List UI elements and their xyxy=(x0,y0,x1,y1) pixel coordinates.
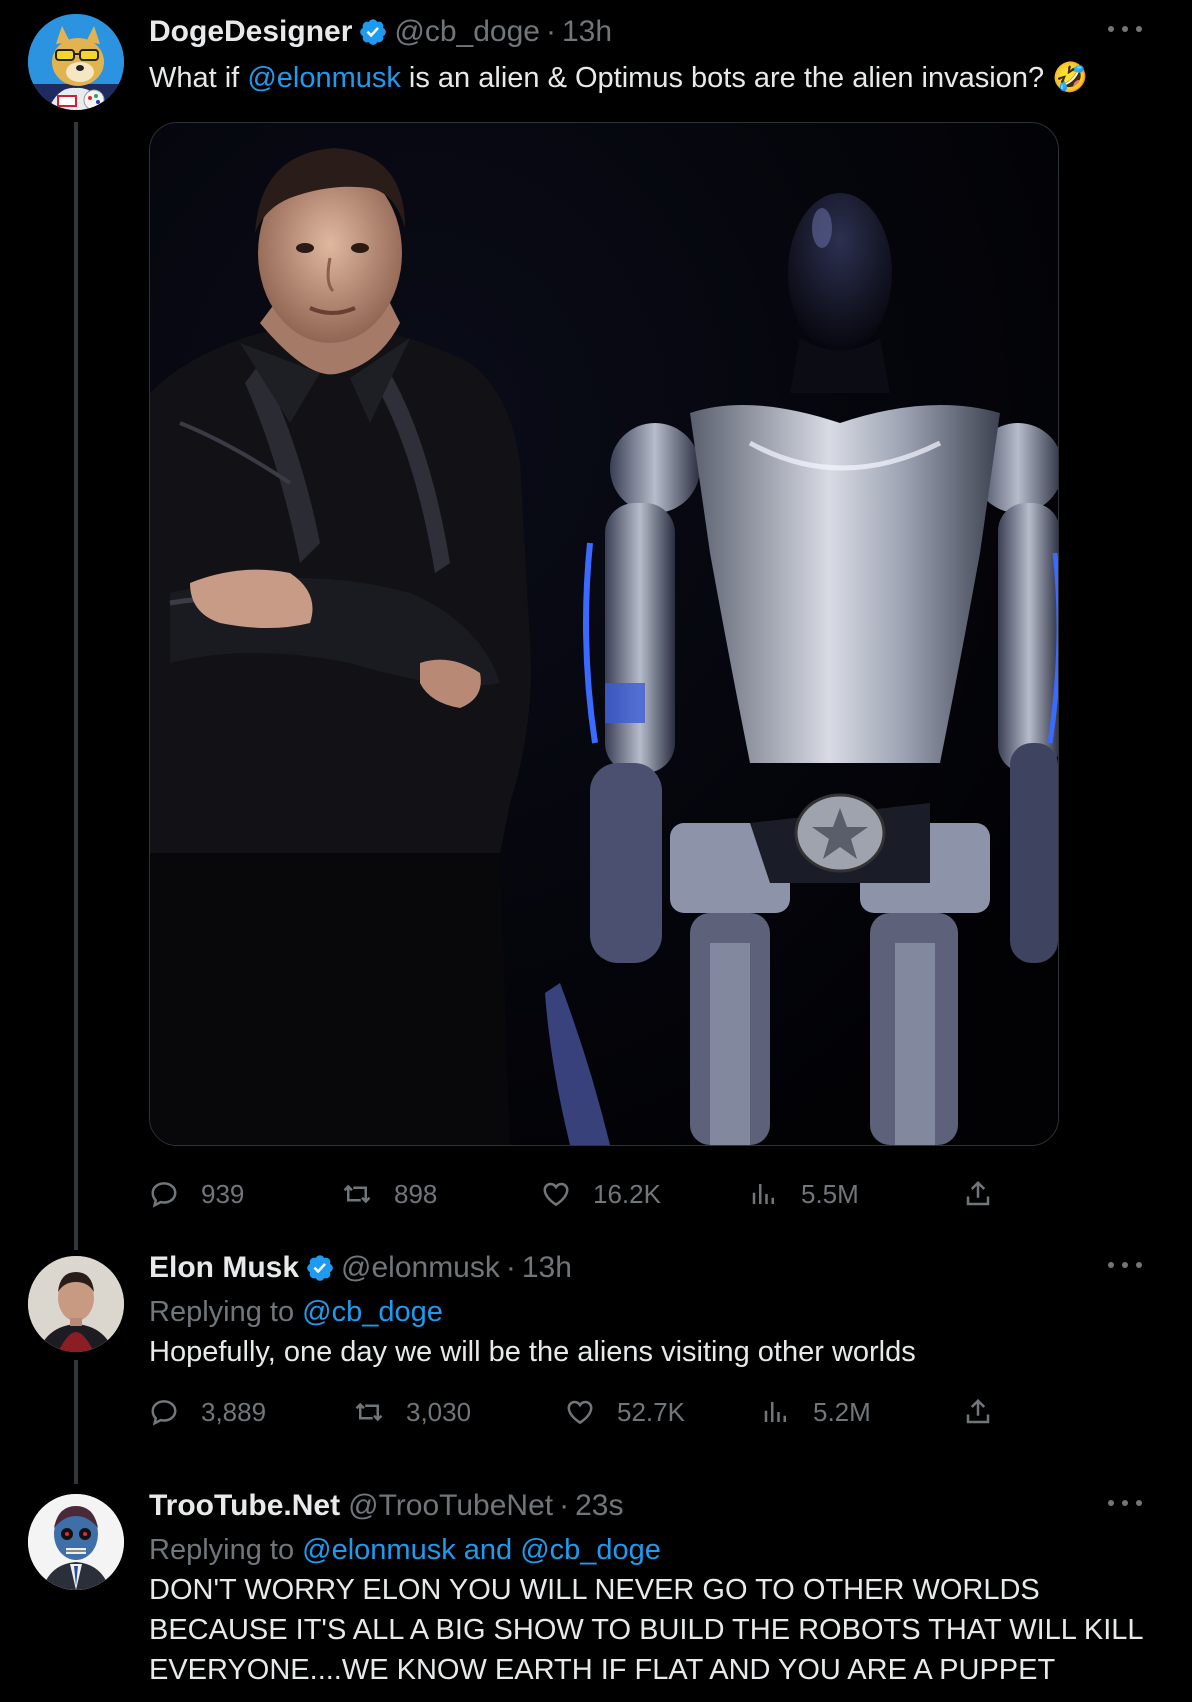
tweet-text-line: DON'T WORRY ELON YOU WILL NEVER GO TO OT… xyxy=(149,1574,1040,1606)
reply-icon xyxy=(151,1400,177,1426)
views-icon xyxy=(764,1402,786,1422)
share-icon xyxy=(966,1398,990,1424)
reply-button[interactable]: 3,889 xyxy=(149,1392,266,1432)
views-icon xyxy=(752,1184,774,1204)
separator: · xyxy=(505,1251,516,1284)
share-button[interactable] xyxy=(963,1392,1015,1432)
replying-to-link[interactable]: @cb_doge xyxy=(302,1296,443,1328)
reply-button[interactable]: 939 xyxy=(149,1174,244,1214)
avatar[interactable] xyxy=(28,1494,124,1590)
tweet-header: DogeDesigner @cb_doge · 13h xyxy=(149,14,1172,50)
tweet-reply-elon[interactable]: Elon Musk @elonmusk · 13h Replying to @c… xyxy=(0,1250,1192,1470)
tweet-text: Hopefully, one day we will be the aliens… xyxy=(149,1336,916,1368)
like-icon xyxy=(567,1400,593,1425)
views-button[interactable]: 5.2M xyxy=(761,1392,871,1432)
like-button[interactable]: 52.7K xyxy=(565,1392,685,1432)
avatar[interactable] xyxy=(28,1256,124,1352)
photo-elon-and-optimus xyxy=(150,123,1058,1145)
replying-to: Replying to @elonmusk and @cb_doge xyxy=(149,1534,661,1566)
retweet-button[interactable]: 898 xyxy=(342,1174,437,1214)
replying-to-link[interactable]: @elonmusk and @cb_doge xyxy=(302,1534,661,1566)
tweet-reply-trootube[interactable]: TrooTube.Net @TrooTubeNet · 23s Replying… xyxy=(0,1488,1192,1702)
tweet-actions: 3,889 3,030 52.7K 5.2M xyxy=(149,1392,1009,1432)
doge-avatar-art xyxy=(28,14,124,110)
more-icon[interactable] xyxy=(1108,1260,1142,1270)
timestamp[interactable]: 23s xyxy=(575,1489,623,1523)
tweet-header: Elon Musk @elonmusk · 13h xyxy=(149,1250,1172,1286)
separator: · xyxy=(559,1489,570,1522)
timestamp[interactable]: 13h xyxy=(522,1251,572,1285)
like-icon xyxy=(543,1182,569,1207)
more-icon[interactable] xyxy=(1108,1498,1142,1508)
tweet-header: TrooTube.Net @TrooTubeNet · 23s xyxy=(149,1488,1172,1524)
reply-icon xyxy=(151,1182,177,1208)
share-button[interactable] xyxy=(963,1174,1015,1214)
tweet-text-line: BECAUSE IT'S ALL A BIG SHOW TO BUILD THE… xyxy=(149,1614,1144,1646)
trootube-avatar-art xyxy=(28,1494,124,1590)
avatar[interactable] xyxy=(28,14,124,110)
handle[interactable]: @cb_doge xyxy=(394,15,540,49)
tweet-original[interactable]: DogeDesigner @cb_doge · 13h What if @elo… xyxy=(0,0,1192,1230)
rofl-emoji: 🤣 xyxy=(1052,62,1089,94)
like-button[interactable]: 16.2K xyxy=(541,1174,661,1214)
verified-icon xyxy=(307,1255,333,1281)
replying-to: Replying to @cb_doge xyxy=(149,1296,443,1328)
timestamp[interactable]: 13h xyxy=(562,15,612,49)
elon-avatar-photo xyxy=(28,1256,124,1352)
display-name[interactable]: TrooTube.Net xyxy=(149,1489,340,1523)
tweet-text-line: EVERYONE....WE KNOW EARTH IF FLAT AND YO… xyxy=(149,1654,1056,1686)
separator: · xyxy=(545,15,556,48)
handle[interactable]: @elonmusk xyxy=(341,1251,500,1285)
handle[interactable]: @TrooTubeNet xyxy=(348,1489,553,1523)
tweet-image[interactable] xyxy=(149,122,1059,1146)
tweet-text: DON'T WORRY ELON YOU WILL NEVER GO TO OT… xyxy=(149,1570,1172,1690)
tweet-text: What if @elonmusk is an alien & Optimus … xyxy=(149,62,1089,94)
tweet-actions: 939 898 16.2K 5.5M xyxy=(149,1174,1009,1214)
retweet-button[interactable]: 3,030 xyxy=(354,1392,471,1432)
verified-icon xyxy=(360,19,387,45)
retweet-icon xyxy=(355,1402,383,1422)
retweet-icon xyxy=(343,1184,371,1204)
share-icon xyxy=(966,1180,990,1206)
mention-link[interactable]: @elonmusk xyxy=(247,62,401,94)
more-icon[interactable] xyxy=(1108,24,1142,34)
display-name[interactable]: DogeDesigner xyxy=(149,15,352,49)
views-button[interactable]: 5.5M xyxy=(749,1174,859,1214)
timeline: DogeDesigner @cb_doge · 13h What if @elo… xyxy=(0,0,1192,1702)
display-name[interactable]: Elon Musk xyxy=(149,1251,299,1285)
